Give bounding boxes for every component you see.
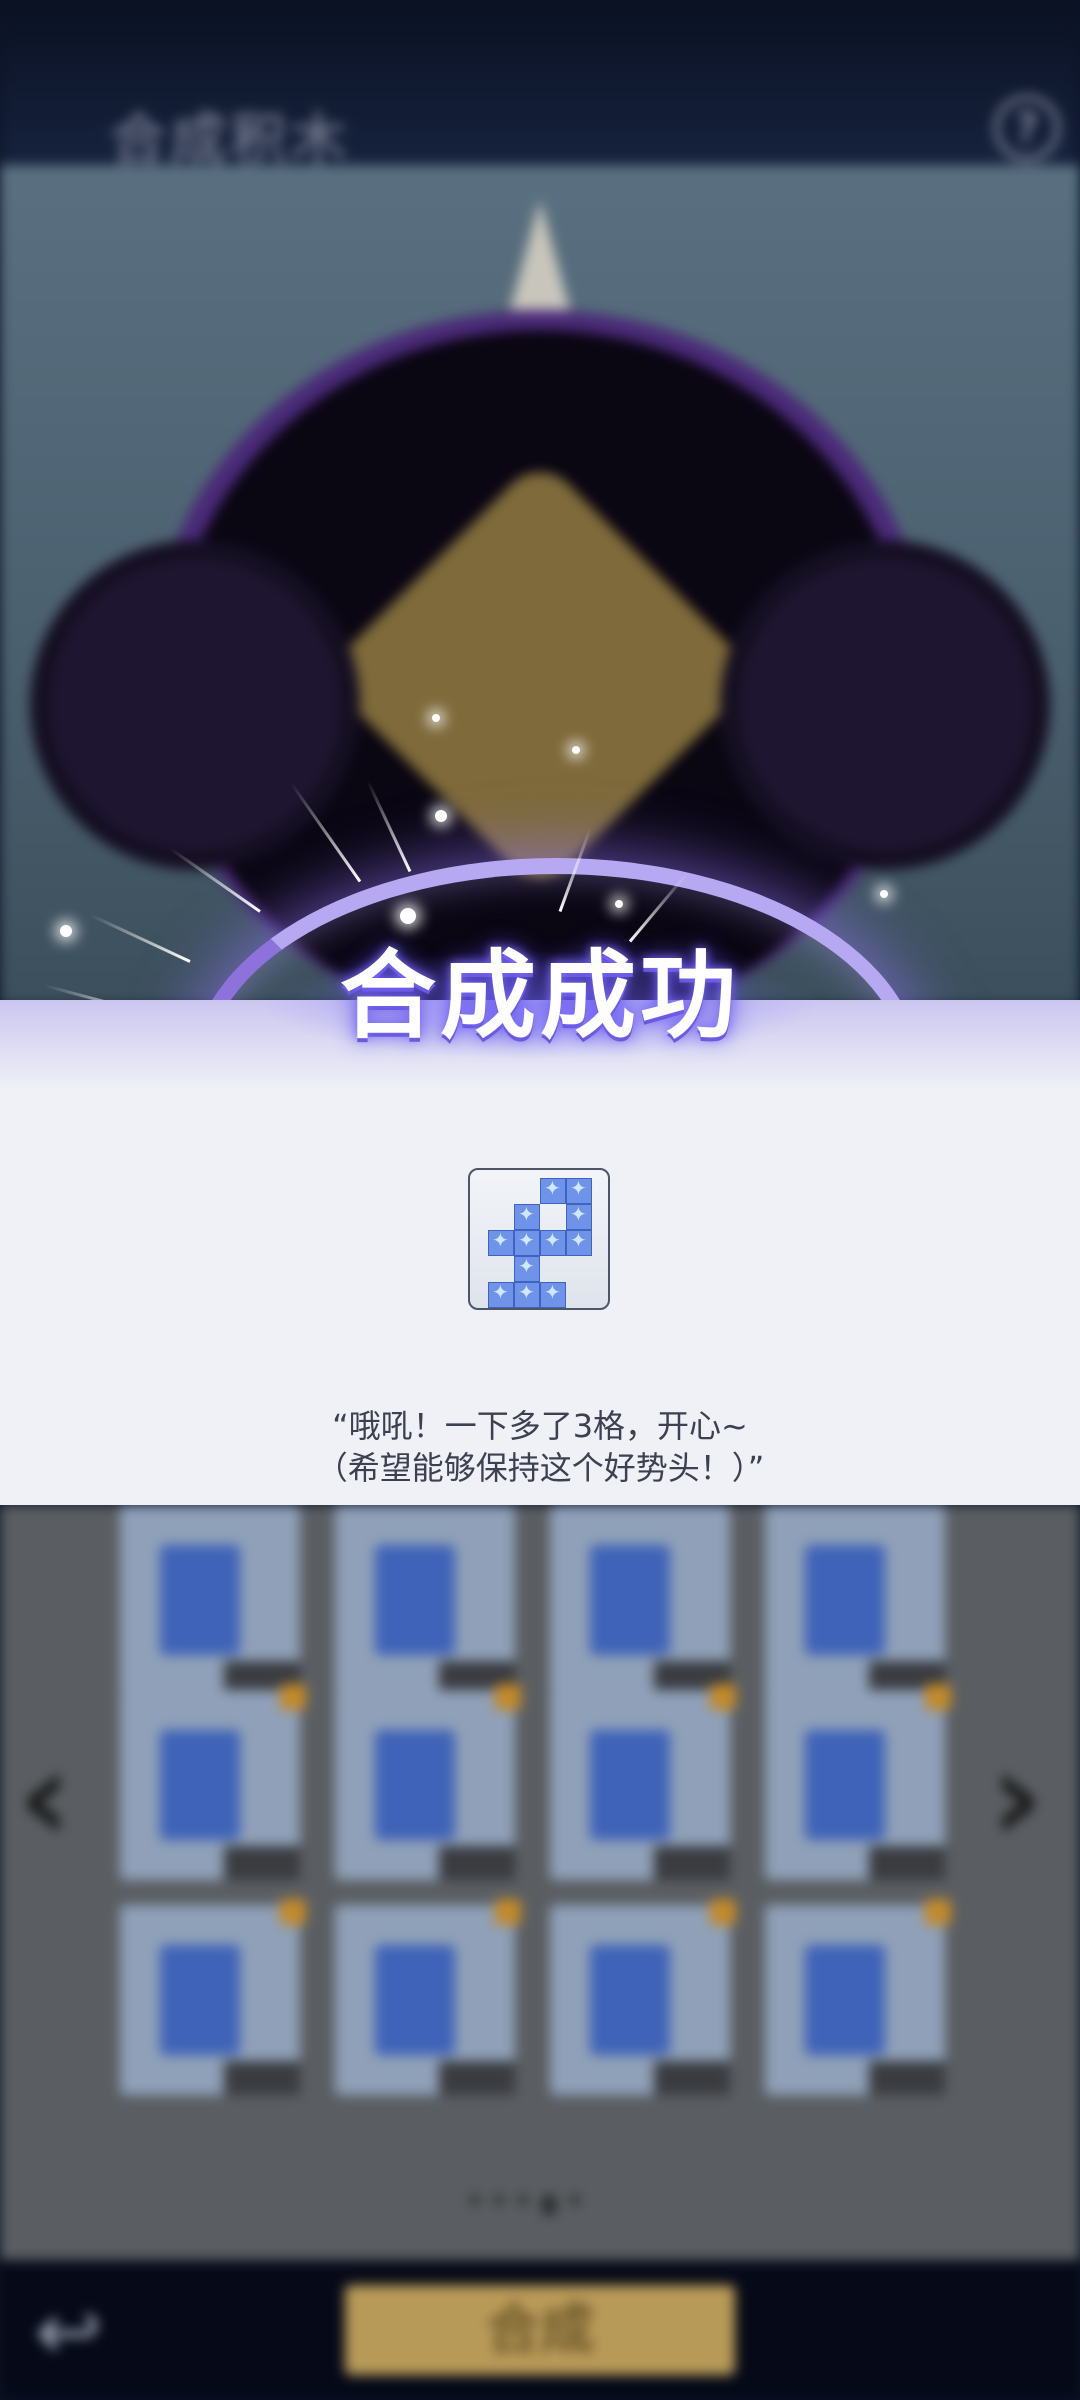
reward-block-item[interactable] xyxy=(468,1168,610,1310)
block-card[interactable] xyxy=(120,1505,300,1695)
page-title: 合成积木 xyxy=(110,107,350,173)
block-card[interactable] xyxy=(335,1899,521,2095)
page-indicator xyxy=(470,2195,580,2215)
prev-page-icon[interactable]: ‹ xyxy=(18,1720,72,1872)
block-card[interactable] xyxy=(120,1899,306,2095)
block-card[interactable] xyxy=(550,1505,730,1695)
next-page-icon[interactable]: › xyxy=(990,1720,1044,1872)
help-icon[interactable]: ? xyxy=(994,95,1060,161)
block-cell xyxy=(540,1228,566,1256)
back-icon[interactable]: ↩ xyxy=(35,2285,102,2378)
spire-decoration xyxy=(510,200,570,310)
block-cell xyxy=(514,1280,540,1308)
craft-button[interactable]: 合成 xyxy=(345,2285,735,2375)
block-cell xyxy=(566,1228,592,1256)
block-cell xyxy=(514,1228,540,1256)
quote-line-1: “哦吼！一下多了3格，开心~ xyxy=(332,1407,748,1445)
block-card[interactable] xyxy=(765,1505,945,1695)
page-dot xyxy=(470,2195,480,2205)
block-card[interactable] xyxy=(550,1899,736,2095)
page-dot-active xyxy=(542,2195,556,2215)
page-dot xyxy=(570,2195,580,2205)
block-cell xyxy=(540,1176,566,1204)
block-cell xyxy=(540,1280,566,1308)
sparkle xyxy=(432,714,440,722)
block-cell xyxy=(514,1202,540,1230)
block-card[interactable] xyxy=(765,1684,951,1880)
block-cell xyxy=(488,1228,514,1256)
block-cell xyxy=(566,1176,592,1204)
block-card[interactable] xyxy=(335,1505,515,1695)
quote-line-2: （希望能够保持这个好势头！）” xyxy=(315,1449,765,1487)
block-card[interactable] xyxy=(550,1684,736,1880)
page-dot xyxy=(494,2195,504,2205)
sparkle xyxy=(572,746,580,754)
block-card[interactable] xyxy=(335,1684,521,1880)
block-card[interactable] xyxy=(120,1684,306,1880)
block-cell xyxy=(488,1280,514,1308)
block-card[interactable] xyxy=(765,1899,951,2095)
success-title: 合成成功 xyxy=(340,940,740,1052)
page-dot xyxy=(518,2195,528,2205)
block-cell xyxy=(566,1202,592,1230)
block-cell xyxy=(514,1254,540,1282)
